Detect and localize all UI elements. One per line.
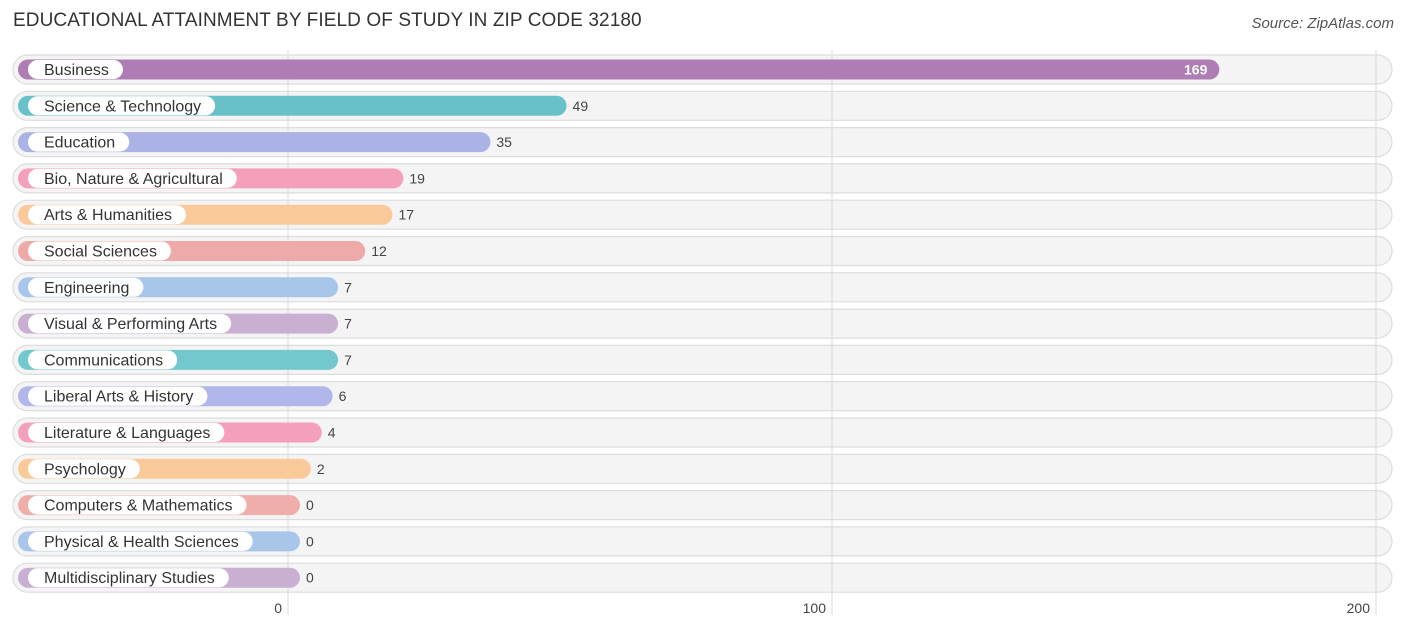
value-label: 4 (328, 425, 336, 441)
category-label: Science & Technology (44, 98, 201, 115)
value-label: 49 (573, 98, 589, 114)
category-label: Education (44, 135, 115, 152)
category-label: Business (44, 62, 109, 79)
value-label: 0 (306, 533, 314, 549)
value-label: 7 (344, 316, 352, 332)
x-tick-label: 200 (1347, 600, 1371, 616)
bar-chart: Business 169 Science & Technology 49 Educati… (12, 50, 1393, 616)
bar (18, 59, 1220, 80)
category-label: Engineering (44, 280, 129, 297)
category-label: Arts & Humanities (44, 207, 172, 224)
category-label: Literature & Languages (44, 425, 210, 442)
value-label: 19 (409, 170, 425, 186)
value-label: 169 (1184, 62, 1208, 78)
value-label: 7 (344, 352, 352, 368)
value-label: 0 (306, 570, 314, 586)
value-label: 35 (496, 134, 512, 150)
value-label: 2 (317, 461, 325, 477)
category-label: Computers & Mathematics (44, 498, 233, 515)
value-label: 7 (344, 279, 352, 295)
category-label: Communications (44, 352, 163, 369)
value-label: 12 (371, 243, 387, 259)
category-label: Bio, Nature & Agricultural (44, 171, 223, 188)
value-label: 0 (306, 497, 314, 513)
category-label: Social Sciences (44, 244, 157, 261)
category-label: Physical & Health Sciences (44, 534, 239, 551)
category-label: Liberal Arts & History (44, 389, 193, 406)
category-label: Multidisciplinary Studies (44, 570, 215, 587)
x-tick-label: 100 (803, 600, 827, 616)
value-label: 6 (339, 388, 347, 404)
value-label: 17 (398, 207, 414, 223)
category-label: Visual & Performing Arts (44, 316, 217, 333)
x-tick-label: 0 (274, 600, 282, 616)
category-label: Psychology (44, 461, 126, 478)
